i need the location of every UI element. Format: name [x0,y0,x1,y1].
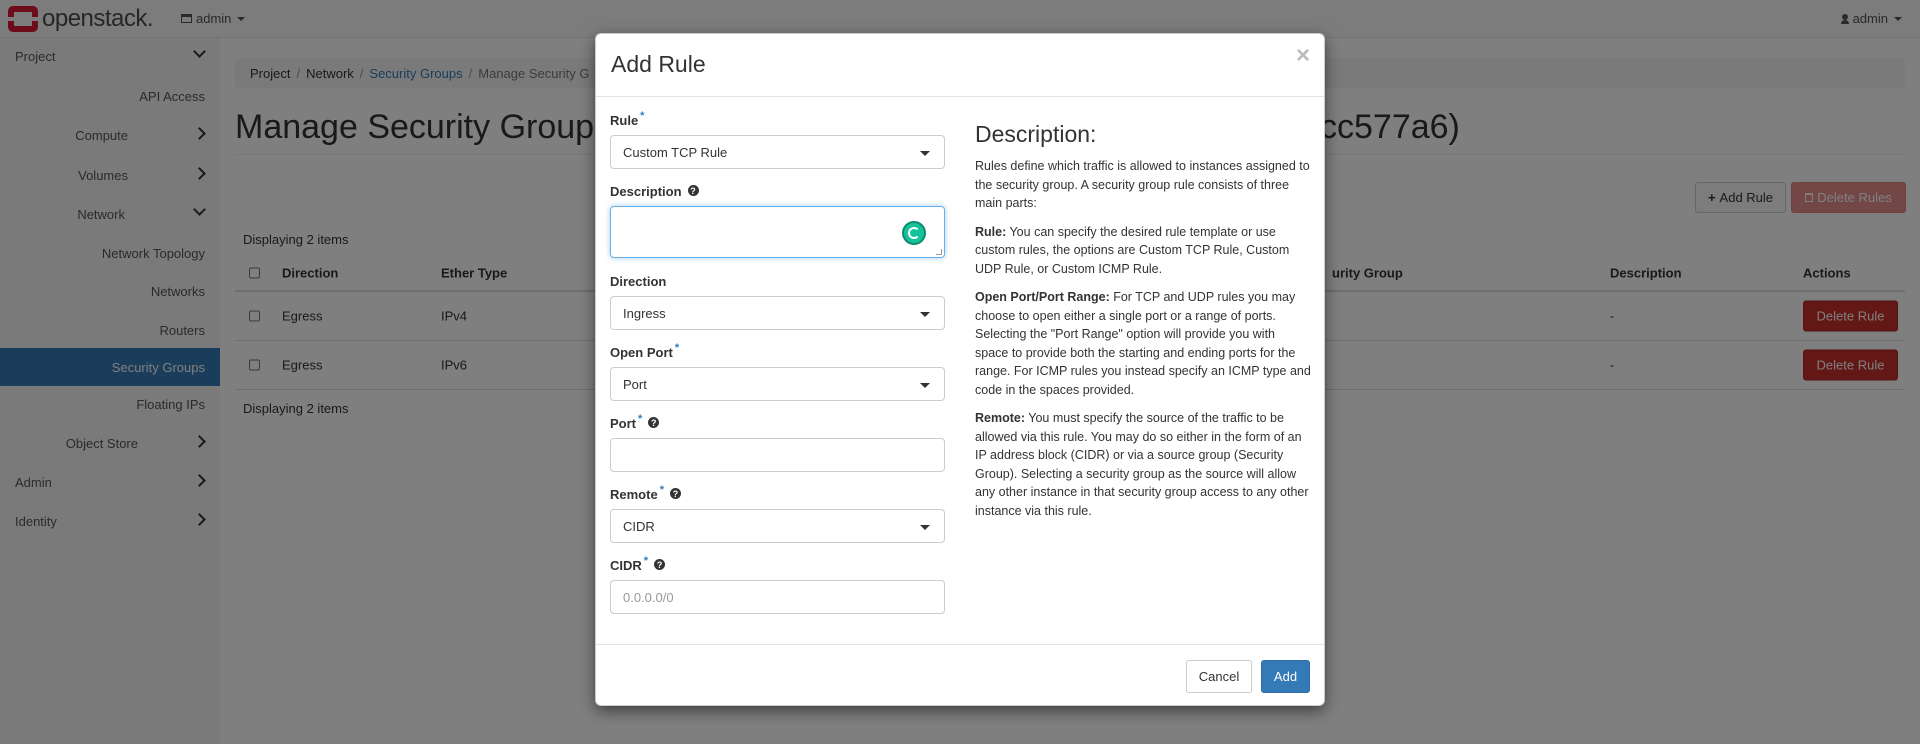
help-icon[interactable]: ? [654,559,666,570]
help-icon[interactable]: ? [669,488,681,499]
port-label: Port *? [610,413,660,431]
port-input[interactable] [610,438,945,472]
required-marker: * [674,342,680,354]
rule-label: Rule * [610,110,645,128]
rule-select-value: Custom TCP Rule [623,144,728,160]
open-port-select[interactable]: Port [610,367,945,401]
caret-down-icon [920,525,930,530]
grammarly-icon[interactable] [902,221,926,245]
help-remote-title: Remote: [975,411,1026,425]
direction-select-value: Ingress [623,305,666,321]
direction-label: Direction [610,274,666,289]
cidr-label: CIDR *? [610,555,666,573]
add-button[interactable]: Add [1261,660,1310,693]
description-label: Description? [610,184,699,199]
help-rule-text: You can specify the desired rule templat… [975,224,1290,276]
required-marker: * [643,555,649,567]
help-remote-paragraph: Remote: You must specify the source of t… [975,409,1311,520]
cidr-label-text: CIDR [610,558,642,573]
required-marker: * [659,484,664,496]
remote-label-text: Remote [610,487,658,502]
help-remote-text: You must specify the source of the traff… [975,411,1309,518]
open-port-label-text: Open Port [610,345,673,360]
direction-label-text: Direction [610,274,667,289]
caret-down-icon [920,312,930,317]
rule-label-text: Rule [610,113,639,128]
modal-header: Add Rule × [596,34,1324,97]
rule-select[interactable]: Custom TCP Rule [610,135,945,169]
help-intro: Rules define which traffic is allowed to… [975,159,1310,210]
description-label-text: Description [610,184,682,199]
required-marker: * [638,413,643,425]
help-port-text: For TCP and UDP rules you may choose to … [975,290,1311,397]
port-label-text: Port [610,416,636,431]
help-port-paragraph: Open Port/Port Range: For TCP and UDP ru… [975,288,1311,399]
modal-title: Add Rule [611,51,706,77]
remote-label: Remote *? [610,484,681,502]
help-heading: Description: [975,121,1097,147]
caret-down-icon [920,383,930,388]
direction-select[interactable]: Ingress [610,296,945,330]
rule-help-panel: Description: Rules define which traffic … [975,120,1311,530]
close-icon[interactable]: × [1296,44,1310,68]
add-rule-modal: Add Rule × Rule * Custom TCP Rule Descrip… [595,33,1325,706]
help-rule-paragraph: Rule: You can specify the desired rule t… [975,223,1311,279]
remote-select[interactable]: CIDR [610,509,945,543]
cidr-input[interactable]: 0.0.0.0/0 [610,580,945,614]
description-textarea[interactable] [610,206,945,258]
modal-footer: Cancel Add [596,644,1324,706]
cancel-button[interactable]: Cancel [1186,660,1252,693]
help-port-title: Open Port/Port Range: [975,290,1110,304]
help-icon[interactable]: ? [687,185,699,196]
remote-select-value: CIDR [623,518,655,534]
cidr-placeholder: 0.0.0.0/0 [623,589,674,605]
required-marker: * [640,110,645,122]
help-rule-title: Rule: [975,224,1007,239]
caret-down-icon [920,151,930,156]
help-icon[interactable]: ? [648,417,660,428]
open-port-select-value: Port [623,376,647,392]
resize-handle-icon[interactable] [936,249,942,255]
open-port-label: Open Port * [610,342,680,360]
